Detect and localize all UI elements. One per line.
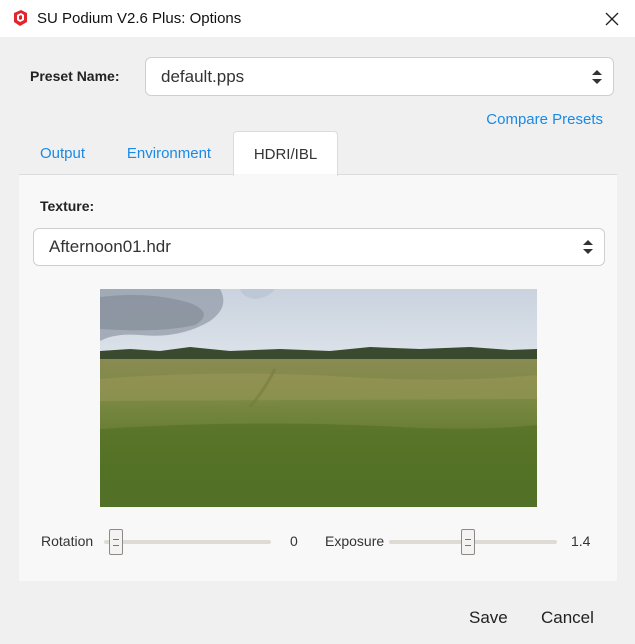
exposure-slider-thumb[interactable] [461,529,476,555]
preset-name-value: default.pps [161,66,245,86]
save-button[interactable]: Save [469,608,508,628]
rotation-slider-track[interactable] [104,540,271,544]
texture-label: Texture: [40,198,95,214]
cancel-button[interactable]: Cancel [541,608,594,628]
window-title: SU Podium V2.6 Plus: Options [37,10,242,27]
preset-name-label: Preset Name: [30,68,120,84]
tab-environment[interactable]: Environment [112,131,226,175]
hdri-preview-image [100,289,537,507]
close-button[interactable] [589,0,635,37]
updown-arrows-icon [592,69,602,84]
exposure-label: Exposure [325,533,385,549]
footer-bar [0,588,635,644]
sketchup-logo-icon [14,10,27,26]
tab-hdri-ibl[interactable]: HDRI/IBL [233,131,338,176]
rotation-slider-thumb[interactable] [109,529,123,555]
active-tab-joiner [234,174,337,176]
close-icon [605,12,619,25]
texture-select[interactable]: Afternoon01.hdr [33,228,605,266]
tab-output[interactable]: Output [20,131,105,175]
title-bar: SU Podium V2.6 Plus: Options [0,0,635,37]
exposure-value: 1.4 [571,533,591,549]
rotation-value: 0 [290,533,298,549]
compare-presets-link[interactable]: Compare Presets [486,111,603,128]
updown-arrows-icon [583,240,593,254]
preset-name-select[interactable]: default.pps [145,57,614,96]
rotation-label: Rotation [41,533,94,549]
texture-value: Afternoon01.hdr [49,237,171,256]
